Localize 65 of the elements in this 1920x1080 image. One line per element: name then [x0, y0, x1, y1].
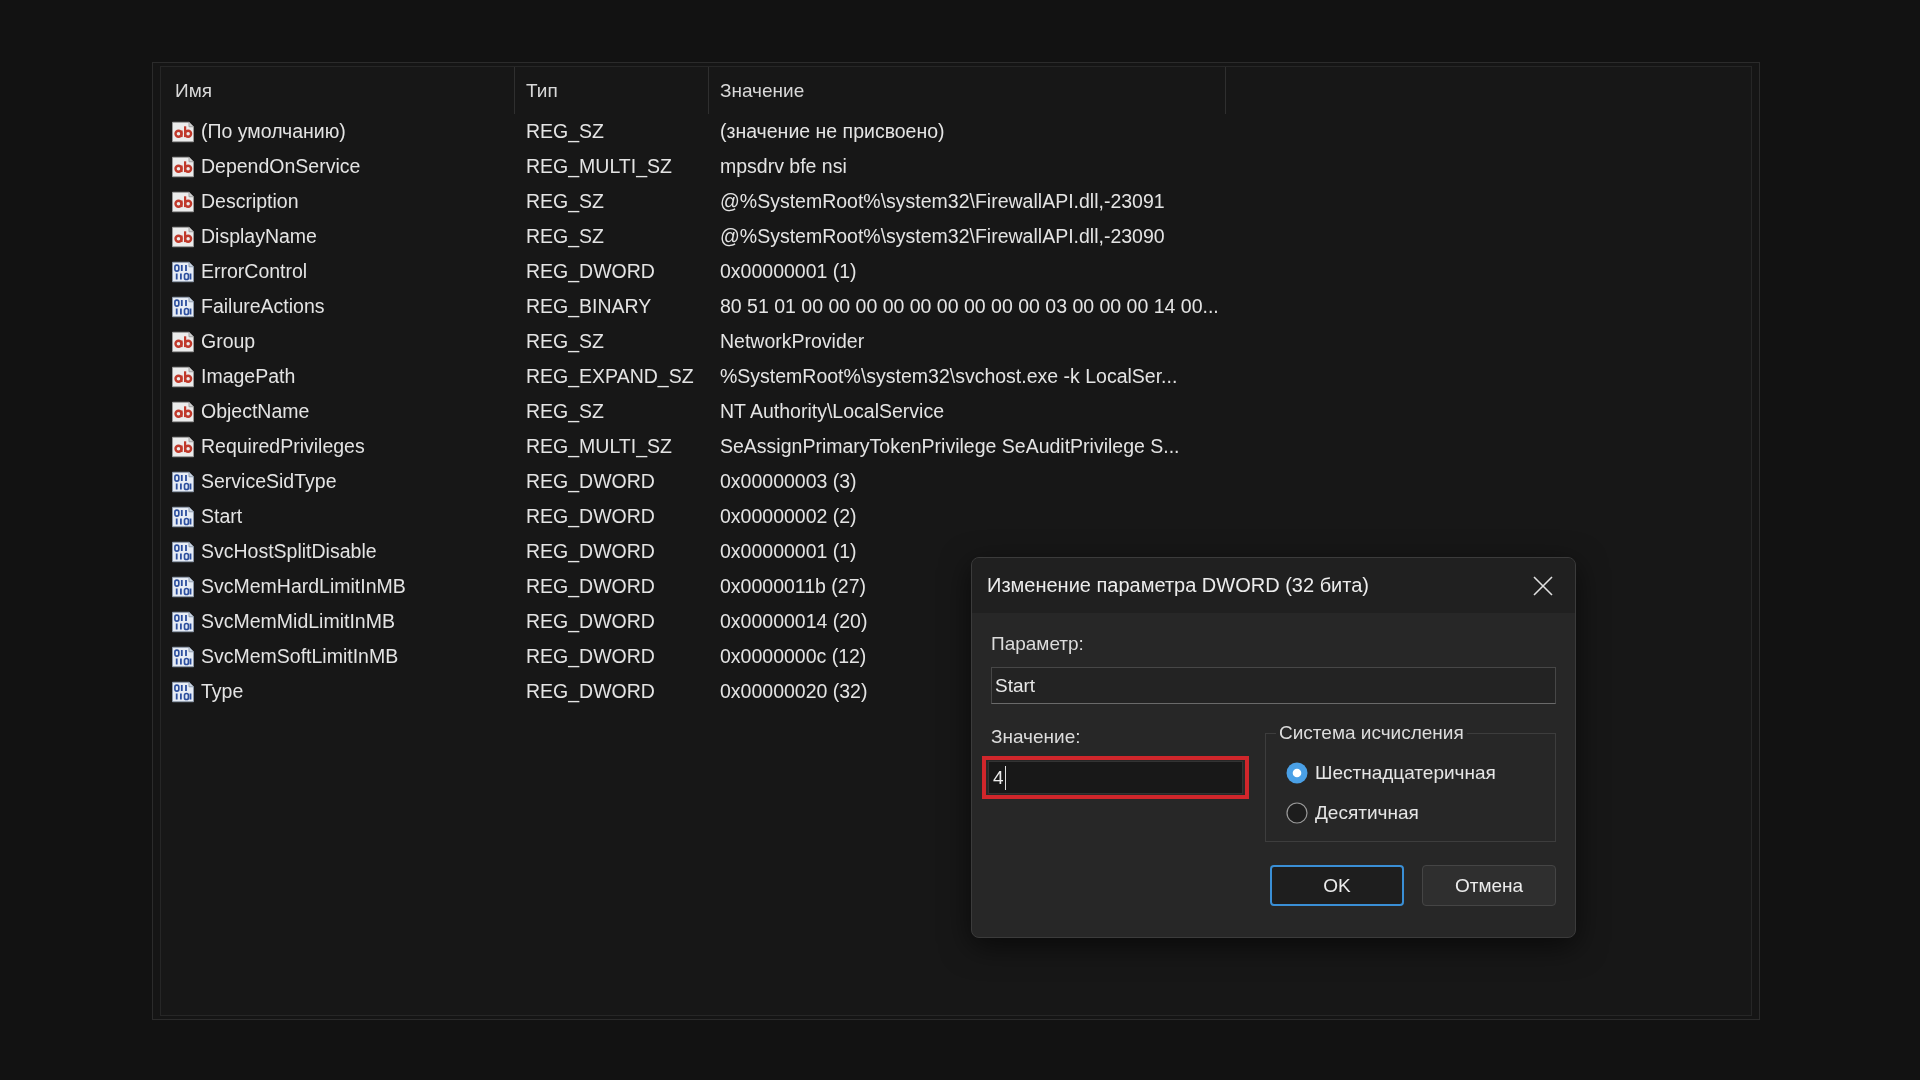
entry-name[interactable]: FailureActions: [201, 295, 325, 318]
value-field[interactable]: 4: [988, 761, 1243, 794]
entry-value: NetworkProvider: [720, 330, 865, 352]
dialog-title: Изменение параметра DWORD (32 бита): [987, 574, 1369, 597]
entry-name[interactable]: SvcMemMidLimitInMB: [201, 610, 395, 633]
entry-type: REG_SZ: [526, 400, 605, 422]
entry-type: REG_DWORD: [526, 610, 655, 632]
entry-value: (значение не присвоено): [720, 120, 945, 142]
entry-type: REG_MULTI_SZ: [526, 155, 672, 177]
entry-name[interactable]: DependOnService: [201, 155, 361, 178]
entry-value: 0x00000003 (3): [720, 470, 857, 492]
entry-type: REG_EXPAND_SZ: [526, 365, 694, 387]
entry-name[interactable]: Type: [201, 680, 244, 703]
entry-type: REG_DWORD: [526, 680, 655, 702]
entry-value: 0x00000002 (2): [720, 505, 857, 527]
parameter-label: Параметр:: [991, 633, 1084, 655]
entry-value: %SystemRoot%\system32\svchost.exe -k LocalSer...: [720, 365, 1178, 387]
entry-value: 0x00000001 (1): [720, 540, 857, 562]
entry-type: REG_SZ: [526, 330, 605, 352]
radio-option[interactable]: Шестнадцатеричная: [1286, 762, 1496, 784]
parameter-field[interactable]: Start: [991, 667, 1556, 704]
entry-type: REG_SZ: [526, 190, 605, 212]
group-label: Система исчисления: [1278, 722, 1465, 744]
entry-name[interactable]: SvcMemSoftLimitInMB: [201, 645, 399, 668]
entry-value: 0x0000000c (12): [720, 645, 867, 667]
entry-value: NT Authority\LocalService: [720, 400, 944, 422]
entry-value: @%SystemRoot%\system32\FirewallAPI.dll,-23091: [720, 190, 1165, 212]
entry-type: REG_DWORD: [526, 260, 655, 282]
entry-name[interactable]: ImagePath: [201, 365, 296, 388]
entry-name[interactable]: ErrorControl: [201, 260, 308, 283]
column-header[interactable]: Тип: [515, 67, 709, 114]
entry-value: SeAssignPrimaryTokenPrivilege SeAuditPrivilege S...: [720, 435, 1180, 457]
entry-name[interactable]: Group: [201, 330, 256, 353]
entry-value: 0x00000001 (1): [720, 260, 857, 282]
entry-value: 80 51 01 00 00 00 00 00 00 00 00 00 03 00 00 00 14 00...: [720, 295, 1219, 317]
entry-type: REG_DWORD: [526, 575, 655, 597]
entry-name[interactable]: Start: [201, 505, 243, 528]
entry-name[interactable]: DisplayName: [201, 225, 317, 248]
column-header[interactable]: Значение: [709, 67, 1226, 114]
entry-name[interactable]: ObjectName: [201, 400, 310, 423]
entry-type: REG_DWORD: [526, 470, 655, 492]
entry-type: REG_DWORD: [526, 540, 655, 562]
entry-value: mpsdrv bfe nsi: [720, 155, 847, 177]
entry-type: REG_DWORD: [526, 505, 655, 527]
entry-type: REG_SZ: [526, 225, 605, 247]
dialog-button[interactable]: Отмена: [1422, 865, 1556, 906]
entry-value: 0x0000011b (27): [720, 575, 866, 597]
entry-type: REG_MULTI_SZ: [526, 435, 672, 457]
radio-option[interactable]: Десятичная: [1286, 802, 1419, 824]
dialog-button[interactable]: OK: [1270, 865, 1404, 906]
column-header[interactable]: Имя: [161, 67, 515, 114]
entry-name[interactable]: ServiceSidType: [201, 470, 337, 493]
entry-value: 0x00000020 (32): [720, 680, 868, 702]
entry-type: REG_SZ: [526, 120, 605, 142]
entry-value: 0x00000014 (20): [720, 610, 868, 632]
entry-name[interactable]: RequiredPrivileges: [201, 435, 365, 458]
entry-name[interactable]: SvcHostSplitDisable: [201, 540, 377, 563]
entry-name[interactable]: (По умолчанию): [201, 120, 346, 143]
value-label: Значение:: [991, 726, 1081, 748]
entry-value: @%SystemRoot%\system32\FirewallAPI.dll,-23090: [720, 225, 1165, 247]
entry-type: REG_DWORD: [526, 645, 655, 667]
close-icon: [1533, 575, 1553, 596]
entry-name[interactable]: Description: [201, 190, 299, 213]
entry-name[interactable]: SvcMemHardLimitInMB: [201, 575, 406, 598]
entry-type: REG_BINARY: [526, 295, 652, 317]
